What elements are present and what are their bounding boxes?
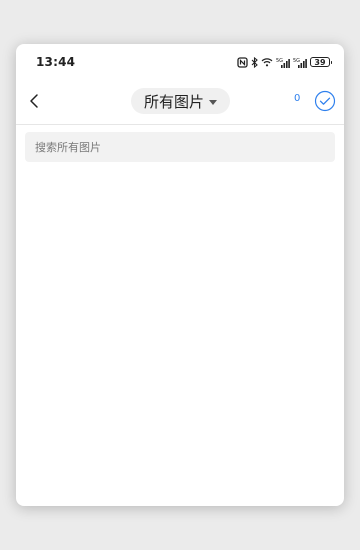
status-icons: 5G 5G 39 [237, 56, 332, 68]
signal-5g-icon: 5G [293, 58, 307, 68]
svg-text:5G: 5G [293, 58, 300, 64]
divider [16, 124, 344, 125]
page-title: 所有图片 [143, 92, 204, 111]
wifi-icon [261, 58, 273, 67]
album-selector[interactable]: 所有图片 [131, 88, 230, 114]
signal-5g-icon: 5G [276, 58, 290, 68]
nav-bar: 所有图片 0 [16, 84, 344, 118]
back-button[interactable] [22, 89, 46, 113]
confirm-check-button[interactable] [314, 90, 336, 112]
phone-screen: 13:44 5G 5G 39 所有图片 0 搜索所有图片 [16, 44, 344, 506]
selected-count: 0 [294, 93, 301, 104]
search-input[interactable] [25, 132, 335, 162]
bluetooth-icon [251, 56, 258, 68]
chevron-left-icon [30, 94, 38, 108]
battery-icon: 39 [310, 57, 332, 67]
nfc-icon [237, 56, 248, 68]
battery-level: 39 [314, 57, 326, 67]
status-time: 13:44 [36, 55, 76, 69]
caret-down-icon [209, 99, 217, 105]
svg-text:5G: 5G [276, 58, 283, 64]
status-bar: 13:44 5G 5G 39 [16, 44, 344, 80]
